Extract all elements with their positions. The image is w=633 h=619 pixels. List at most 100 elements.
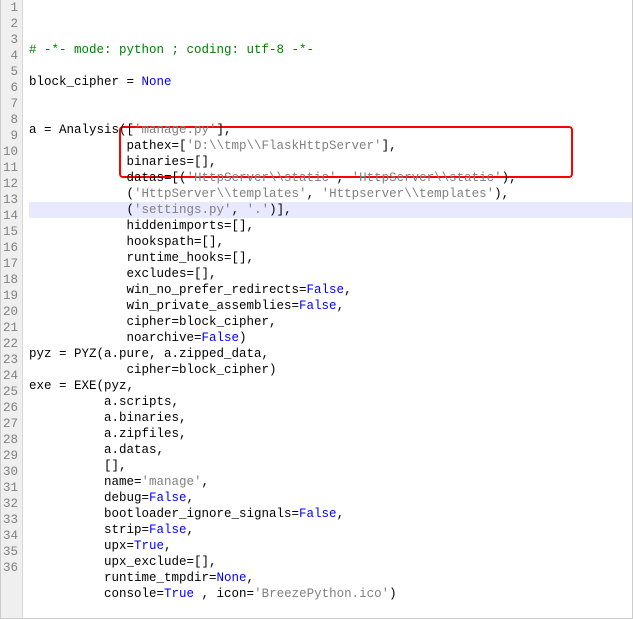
code-line[interactable]: a.datas, xyxy=(29,442,632,458)
token-plain: )], xyxy=(269,203,292,217)
token-plain: , xyxy=(164,539,172,553)
token-string: 'BreezePython.ico' xyxy=(254,587,389,601)
code-line[interactable]: name='manage', xyxy=(29,474,632,490)
code-line[interactable]: debug=False, xyxy=(29,490,632,506)
code-line[interactable]: cipher=block_cipher) xyxy=(29,362,632,378)
code-line[interactable]: pyz = PYZ(a.pure, a.zipped_data, xyxy=(29,346,632,362)
code-line[interactable]: win_no_prefer_redirects=False, xyxy=(29,282,632,298)
code-line[interactable]: [], xyxy=(29,458,632,474)
code-area[interactable]: # -*- mode: python ; coding: utf-8 -*- bl… xyxy=(23,0,632,618)
code-line[interactable]: a.binaries, xyxy=(29,410,632,426)
line-number-gutter: 1234567891011121314151617181920212223242… xyxy=(1,0,23,618)
line-number: 18 xyxy=(1,272,18,288)
token-plain: runtime_tmpdir= xyxy=(29,571,217,585)
code-line[interactable]: pathex=['D:\\tmp\\FlaskHttpServer'], xyxy=(29,138,632,154)
token-string: 'manage' xyxy=(142,475,202,489)
code-line[interactable] xyxy=(29,58,632,74)
code-line[interactable]: ('settings.py', '.')], xyxy=(29,202,632,218)
code-line[interactable]: datas=[('HttpServer\\static', 'HttpServe… xyxy=(29,170,632,186)
token-plain: , xyxy=(337,171,352,185)
code-line[interactable]: bootloader_ignore_signals=False, xyxy=(29,506,632,522)
token-plain: binaries=[], xyxy=(29,155,217,169)
code-line[interactable]: cipher=block_cipher, xyxy=(29,314,632,330)
token-plain: ( xyxy=(29,187,134,201)
code-line[interactable]: hookspath=[], xyxy=(29,234,632,250)
token-string: 'Httpserver\\templates' xyxy=(322,187,495,201)
code-line[interactable]: upx_exclude=[], xyxy=(29,554,632,570)
line-number: 22 xyxy=(1,336,18,352)
token-plain: , xyxy=(307,187,322,201)
line-number: 36 xyxy=(1,560,18,576)
code-line[interactable]: exe = EXE(pyz, xyxy=(29,378,632,394)
token-plain: win_private_assemblies= xyxy=(29,299,299,313)
line-number: 23 xyxy=(1,352,18,368)
code-editor[interactable]: 1234567891011121314151617181920212223242… xyxy=(0,0,633,619)
line-number: 15 xyxy=(1,224,18,240)
code-line[interactable]: a.zipfiles, xyxy=(29,426,632,442)
line-number: 31 xyxy=(1,480,18,496)
line-number: 32 xyxy=(1,496,18,512)
token-keyword: False xyxy=(202,331,240,345)
line-number: 25 xyxy=(1,384,18,400)
code-line[interactable]: a = Analysis(['manage.py'], xyxy=(29,122,632,138)
token-plain: debug= xyxy=(29,491,149,505)
token-plain: ) xyxy=(389,587,397,601)
token-plain: , xyxy=(202,475,210,489)
code-line[interactable]: upx=True, xyxy=(29,538,632,554)
token-keyword: False xyxy=(149,491,187,505)
line-number: 3 xyxy=(1,32,18,48)
code-line[interactable]: runtime_hooks=[], xyxy=(29,250,632,266)
token-plain: ) xyxy=(239,331,247,345)
token-plain: ( xyxy=(29,203,134,217)
code-line[interactable]: a.scripts, xyxy=(29,394,632,410)
token-plain: , xyxy=(187,523,195,537)
token-plain: ), xyxy=(494,187,509,201)
line-number: 13 xyxy=(1,192,18,208)
line-number: 16 xyxy=(1,240,18,256)
token-plain: strip= xyxy=(29,523,149,537)
token-plain: exe = EXE(pyz, xyxy=(29,379,134,393)
token-plain: a.binaries, xyxy=(29,411,187,425)
code-line[interactable]: block_cipher = None xyxy=(29,74,632,90)
code-line[interactable]: win_private_assemblies=False, xyxy=(29,298,632,314)
code-line[interactable] xyxy=(29,602,632,618)
line-number: 7 xyxy=(1,96,18,112)
code-line[interactable] xyxy=(29,106,632,122)
token-plain: cipher=block_cipher, xyxy=(29,315,277,329)
line-number: 14 xyxy=(1,208,18,224)
code-line[interactable]: console=True , icon='BreezePython.ico') xyxy=(29,586,632,602)
code-line[interactable]: hiddenimports=[], xyxy=(29,218,632,234)
line-number: 20 xyxy=(1,304,18,320)
line-number: 10 xyxy=(1,144,18,160)
line-number: 34 xyxy=(1,528,18,544)
line-number: 4 xyxy=(1,48,18,64)
line-number: 26 xyxy=(1,400,18,416)
code-line[interactable]: noarchive=False) xyxy=(29,330,632,346)
code-line[interactable]: strip=False, xyxy=(29,522,632,538)
token-plain: name= xyxy=(29,475,142,489)
code-line[interactable]: ('HttpServer\\templates', 'Httpserver\\t… xyxy=(29,186,632,202)
token-plain: bootloader_ignore_signals= xyxy=(29,507,299,521)
line-number: 19 xyxy=(1,288,18,304)
code-line[interactable]: # -*- mode: python ; coding: utf-8 -*- xyxy=(29,42,632,58)
code-line[interactable]: binaries=[], xyxy=(29,154,632,170)
code-line[interactable]: excludes=[], xyxy=(29,266,632,282)
token-string: 'HttpServer\\static' xyxy=(187,171,337,185)
token-string: 'HttpServer\\templates' xyxy=(134,187,307,201)
token-plain: cipher=block_cipher) xyxy=(29,363,277,377)
token-plain: runtime_hooks=[], xyxy=(29,251,254,265)
code-line[interactable] xyxy=(29,90,632,106)
token-comment: # -*- mode: python ; coding: utf-8 -*- xyxy=(29,43,314,57)
token-plain: a.zipfiles, xyxy=(29,427,187,441)
token-string: 'HttpServer\\static' xyxy=(352,171,502,185)
token-keyword: True xyxy=(134,539,164,553)
token-keyword: False xyxy=(149,523,187,537)
token-keyword: False xyxy=(299,507,337,521)
token-plain: excludes=[], xyxy=(29,267,217,281)
token-plain: a = Analysis([ xyxy=(29,123,134,137)
code-line[interactable]: runtime_tmpdir=None, xyxy=(29,570,632,586)
token-plain: , icon= xyxy=(194,587,254,601)
token-plain: upx_exclude=[], xyxy=(29,555,217,569)
token-plain: hiddenimports=[], xyxy=(29,219,254,233)
token-plain: datas=[( xyxy=(29,171,187,185)
